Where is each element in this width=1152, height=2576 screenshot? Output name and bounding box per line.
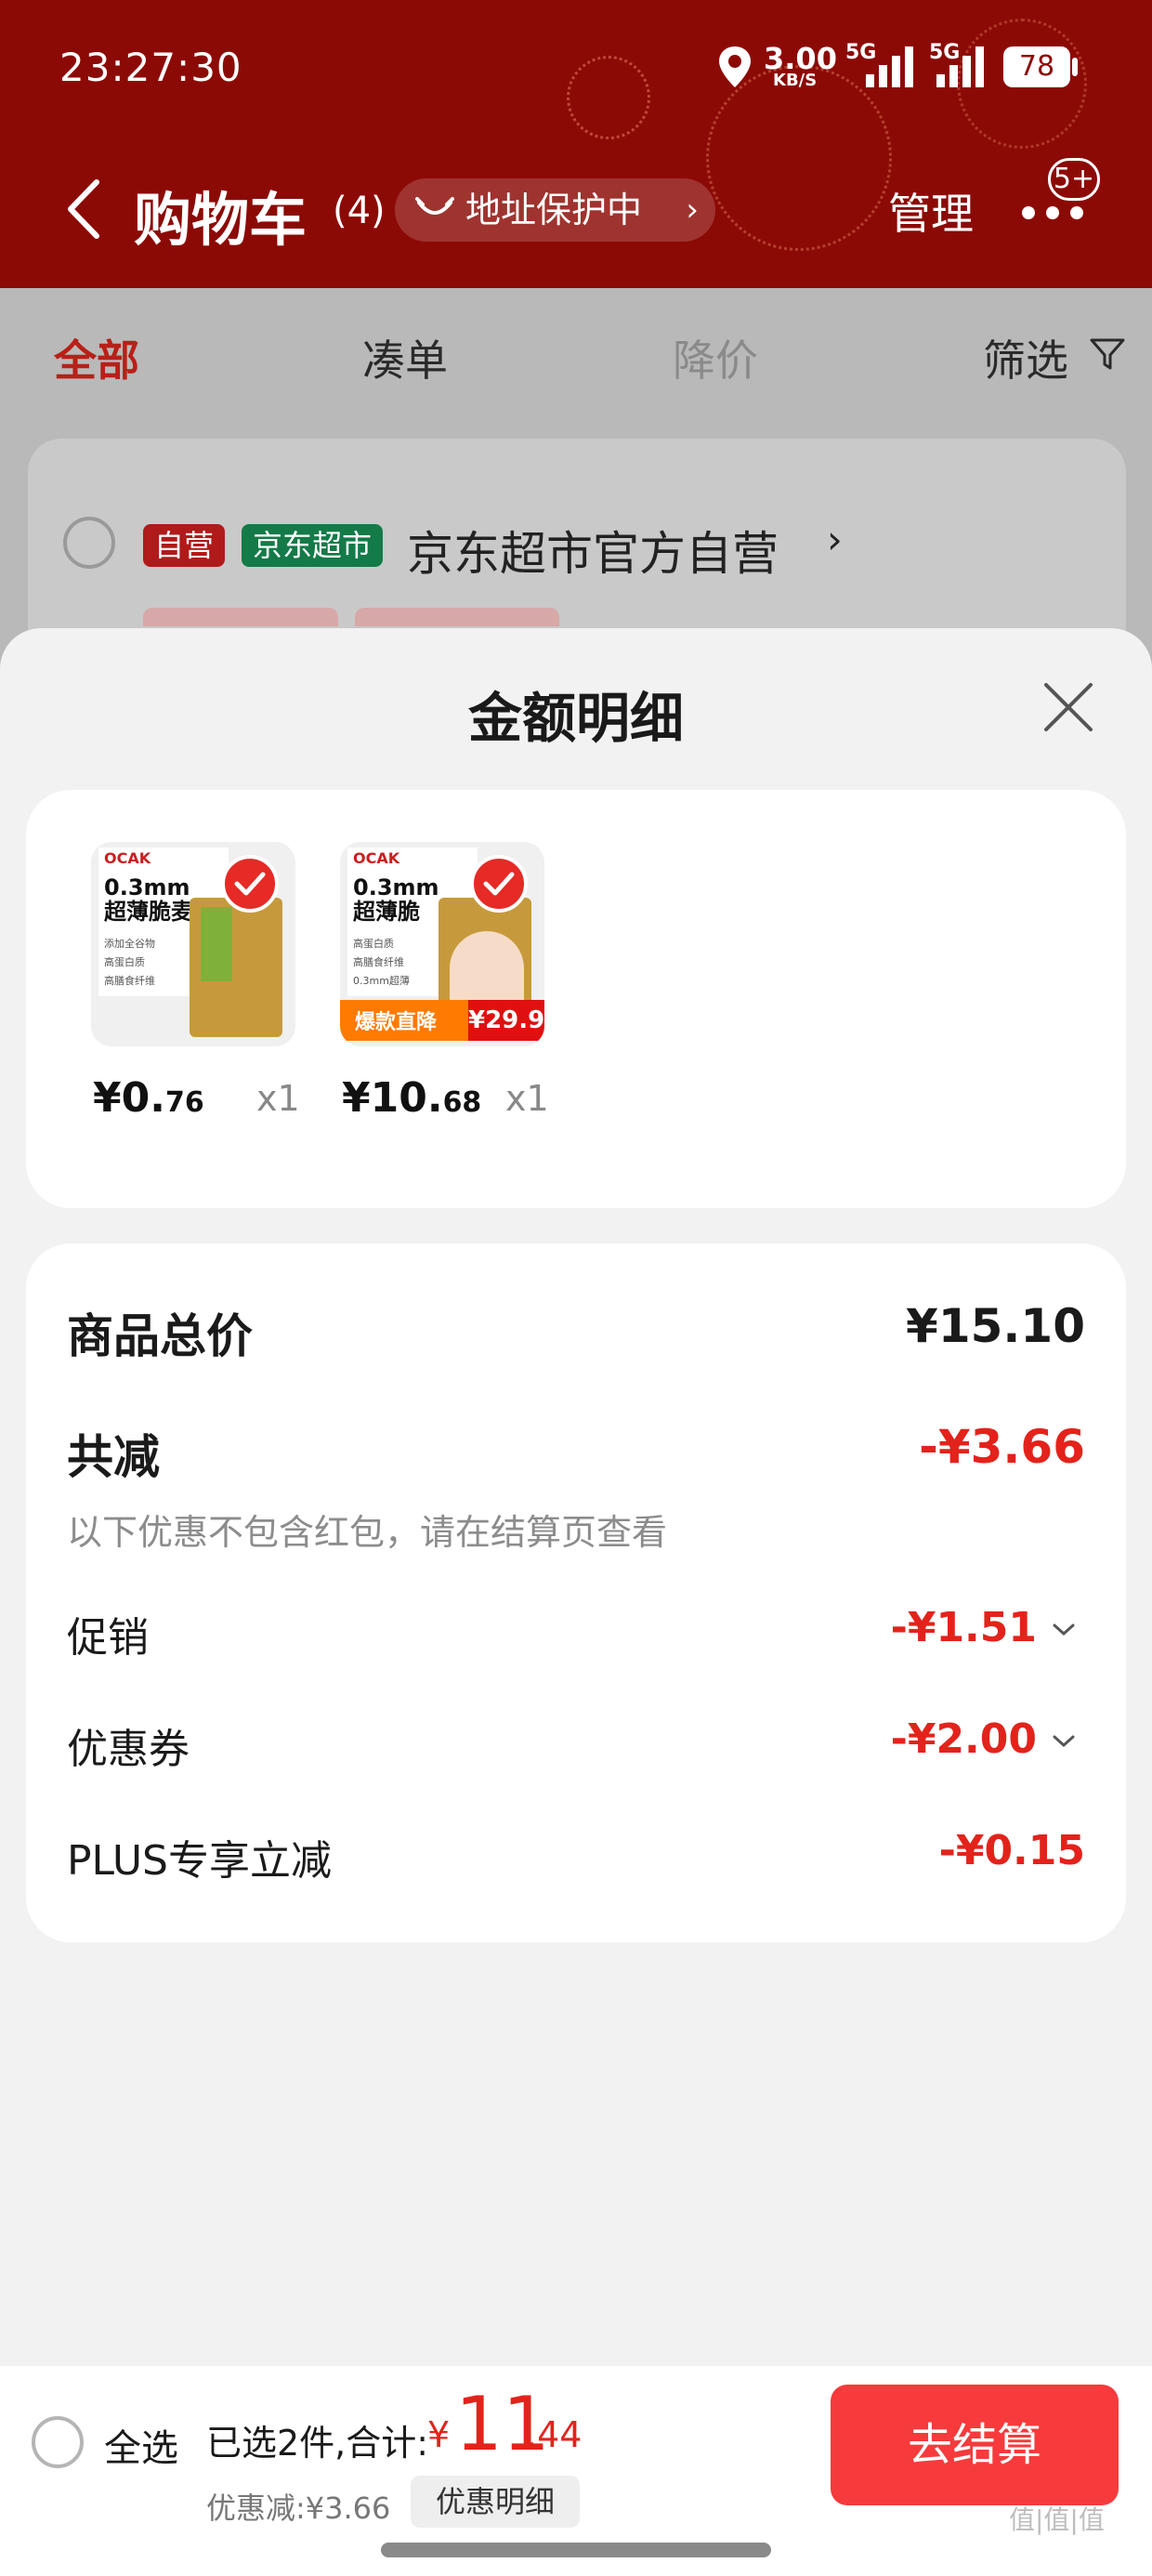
- total-decimal: .44: [526, 2414, 583, 2455]
- tab-bundle[interactable]: 凑单: [362, 327, 448, 388]
- price-summary-card: 商品总价 ¥15.10 共减 -¥3.66 以下优惠不包含红包，请在结算页查看 …: [26, 1243, 1126, 1942]
- location-icon: [719, 46, 751, 87]
- battery-icon: 78: [1003, 46, 1070, 87]
- plus-value: -¥0.15: [938, 1827, 1085, 1874]
- product-features: 高蛋白质 高膳食纤维 0.3mm超薄: [353, 938, 410, 987]
- address-protect-label: 地址保护中: [465, 190, 643, 230]
- chevron-down-icon: [1053, 1735, 1075, 1748]
- tab-all[interactable]: 全部: [54, 327, 139, 388]
- watermark: 值|值|值: [1009, 2504, 1105, 2535]
- page-title: 购物车: [134, 186, 308, 254]
- total-currency: ¥: [427, 2414, 451, 2455]
- store-chip: [355, 608, 559, 626]
- chevron-down-icon: [1053, 1623, 1075, 1636]
- coupon-label: 优惠券: [67, 1726, 190, 1773]
- chevron-right-icon: ›: [827, 517, 843, 562]
- filter-icon[interactable]: [1089, 336, 1126, 374]
- sheet-title: 金额明细: [467, 687, 684, 750]
- discount-note: 以下优惠不包含红包，请在结算页查看: [67, 1512, 668, 1553]
- address-protect-pill[interactable]: 地址保护中 ›: [395, 178, 715, 242]
- home-indicator[interactable]: [381, 2543, 771, 2557]
- plus-row: PLUS专享立减 -¥0.15: [67, 1827, 1085, 1885]
- status-time: 23:27:30: [59, 45, 242, 90]
- battery-tip: [1072, 58, 1078, 76]
- discount-detail-button[interactable]: 优惠明细: [411, 2476, 580, 2528]
- signal-1-icon: [866, 46, 913, 87]
- store-select-radio[interactable]: [63, 517, 115, 569]
- product-brand: OCAK: [353, 849, 400, 867]
- price-decimal: 68: [442, 1086, 482, 1119]
- tab-filter[interactable]: 筛选: [983, 327, 1068, 388]
- more-icon[interactable]: [1022, 206, 1087, 221]
- plus-label: PLUS专享立减: [67, 1837, 332, 1885]
- selected-info: 已选2件,合计:: [206, 2423, 429, 2464]
- promotion-row[interactable]: 促销 -¥1.51: [67, 1604, 1085, 1662]
- smile-icon: [415, 197, 454, 215]
- selected-check-icon: [221, 855, 279, 913]
- promotion-value: -¥1.51: [890, 1604, 1037, 1651]
- tag-jd-market: 京东超市: [242, 524, 384, 567]
- reduce-value: -¥3.66: [919, 1420, 1085, 1474]
- product-list-card: OCAK 0.3mm 超薄脆麦片 添加全谷物 高蛋白质 高膳食纤维 ¥0.76 …: [26, 790, 1126, 1208]
- signal-2-icon: [936, 46, 984, 87]
- header: 23:27:30 3.00 KB/S 5G 5G 78 购物车 (4) 地址保护…: [0, 0, 1152, 288]
- store-chip: [143, 608, 338, 626]
- battery-level: 78: [1018, 50, 1055, 83]
- coupon-value: -¥2.00: [890, 1715, 1037, 1763]
- checkout-button[interactable]: 去结算: [831, 2385, 1119, 2505]
- product-price: ¥10.68: [342, 1074, 481, 1122]
- total-label: 商品总价: [67, 1309, 253, 1363]
- product-spec: 0.3mm 超薄脆: [353, 874, 439, 925]
- chevron-right-icon: ›: [686, 191, 699, 229]
- promotion-label: 促销: [67, 1614, 149, 1662]
- reduce-label: 共减: [67, 1430, 160, 1484]
- discount-amount: 优惠减:¥3.66: [206, 2491, 391, 2526]
- amount-detail-sheet: 金额明细 OCAK 0.3mm 超薄脆麦片 添加全谷物 高蛋白质 高膳食纤维 ¥…: [0, 628, 1152, 2366]
- note-row: 以下优惠不包含红包，请在结算页查看: [67, 1504, 1085, 1553]
- promo-price: ¥29.9: [468, 1000, 544, 1041]
- checkout-bar: 全选 已选2件,合计: ¥ 11 .44 优惠减:¥3.66 优惠明细 去结算: [0, 2366, 1152, 2576]
- selected-check-icon: [470, 855, 528, 913]
- status-bar: 23:27:30 3.00 KB/S 5G 5G 78: [0, 0, 1152, 139]
- tag-self-operated: 自营: [143, 524, 226, 567]
- store-name[interactable]: 京东超市官方自营: [407, 517, 779, 584]
- price-main: ¥0.: [93, 1074, 165, 1122]
- price-decimal: 76: [164, 1086, 204, 1119]
- total-value: ¥15.10: [906, 1299, 1085, 1353]
- price-main: ¥10.: [342, 1074, 443, 1122]
- nav-bar: 购物车 (4) 地址保护中 › 管理 5+: [0, 158, 1152, 260]
- coupon-row[interactable]: 优惠券 -¥2.00: [67, 1715, 1085, 1773]
- total-row: 商品总价 ¥15.10: [67, 1299, 1085, 1364]
- select-all-label[interactable]: 全选: [104, 2418, 178, 2472]
- close-icon[interactable]: [1041, 679, 1096, 735]
- product-price: ¥0.76: [93, 1074, 204, 1122]
- select-all-radio[interactable]: [32, 2416, 84, 2468]
- back-icon[interactable]: [65, 178, 102, 240]
- product-qty: x1: [505, 1078, 549, 1119]
- cart-tabs: 全部 凑单 降价 筛选: [0, 288, 1152, 437]
- product-qty: x1: [256, 1078, 300, 1119]
- reduce-row: 共减 -¥3.66: [67, 1420, 1085, 1485]
- cart-count: (4): [333, 190, 386, 232]
- message-badge: 5+: [1048, 158, 1100, 201]
- product-image[interactable]: OCAK 0.3mm 超薄脆麦片 添加全谷物 高蛋白质 高膳食纤维: [91, 842, 295, 1046]
- manage-button[interactable]: 管理: [888, 180, 974, 242]
- net-speed-unit: KB/S: [773, 71, 818, 90]
- tab-price-drop[interactable]: 降价: [673, 327, 758, 388]
- product-image[interactable]: OCAK 0.3mm 超薄脆 高蛋白质 高膳食纤维 0.3mm超薄 爆款直降 ¥…: [340, 842, 544, 1046]
- product-features: 添加全谷物 高蛋白质 高膳食纤维: [104, 938, 155, 987]
- product-brand: OCAK: [104, 849, 151, 867]
- promo-label: 爆款直降: [355, 1011, 438, 1034]
- promo-banner: 爆款直降 ¥29.9: [340, 1000, 544, 1041]
- cereal-bag-label: [201, 907, 232, 981]
